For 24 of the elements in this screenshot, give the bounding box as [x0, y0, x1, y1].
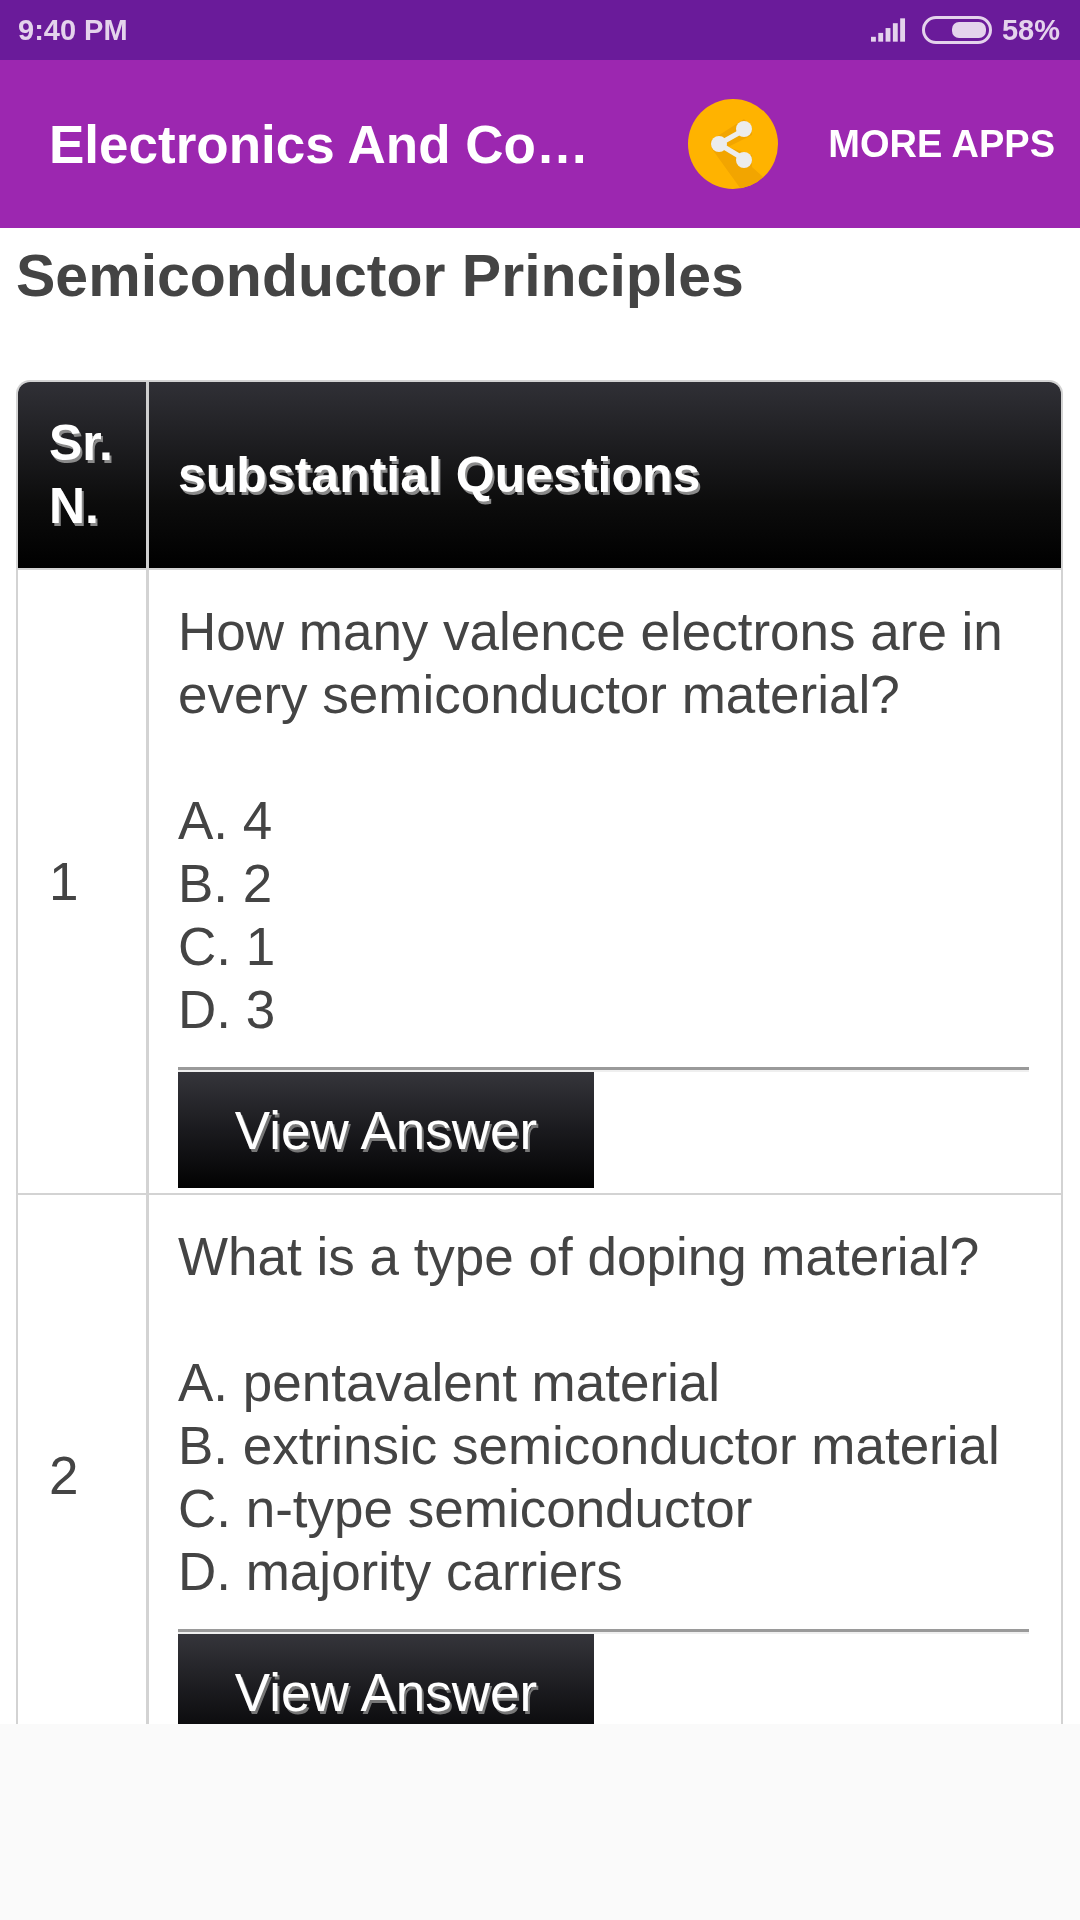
view-answer-button[interactable]: View Answer	[178, 1072, 594, 1188]
more-apps-button[interactable]: MORE APPS	[828, 122, 1055, 166]
answer-option: D. 3	[178, 978, 276, 1041]
battery-percentage: 58%	[1001, 13, 1060, 47]
page-title: Semiconductor Principles	[15, 242, 744, 311]
column-header: Sr. N.	[18, 382, 146, 568]
view-answer-button[interactable]: View Answer	[178, 1634, 594, 1724]
question-text: What is a type of doping material?	[178, 1226, 981, 1288]
column-header: substantial Questions	[146, 382, 1061, 568]
answer-option: C. n-type semiconductor	[178, 1477, 753, 1540]
answer-option: A. 4	[178, 789, 273, 852]
answer-option: C. 1	[178, 915, 276, 978]
answer-option: B. 2	[178, 852, 273, 915]
answer-option: A. pentavalent material	[178, 1351, 721, 1414]
app-title: Electronics And Co…	[49, 113, 590, 175]
battery-icon	[921, 16, 992, 44]
answer-option: B. extrinsic semiconductor material	[178, 1414, 1000, 1477]
signal-icon	[870, 18, 906, 42]
answer-option: D. majority carriers	[178, 1540, 623, 1603]
question-text: How many valence electrons are in every semiconductor material?	[178, 601, 1004, 726]
share-icon[interactable]	[688, 99, 779, 189]
row-number: 2	[49, 1444, 79, 1507]
row-number: 1	[49, 851, 79, 913]
status-time: 9:40 PM	[18, 13, 129, 47]
